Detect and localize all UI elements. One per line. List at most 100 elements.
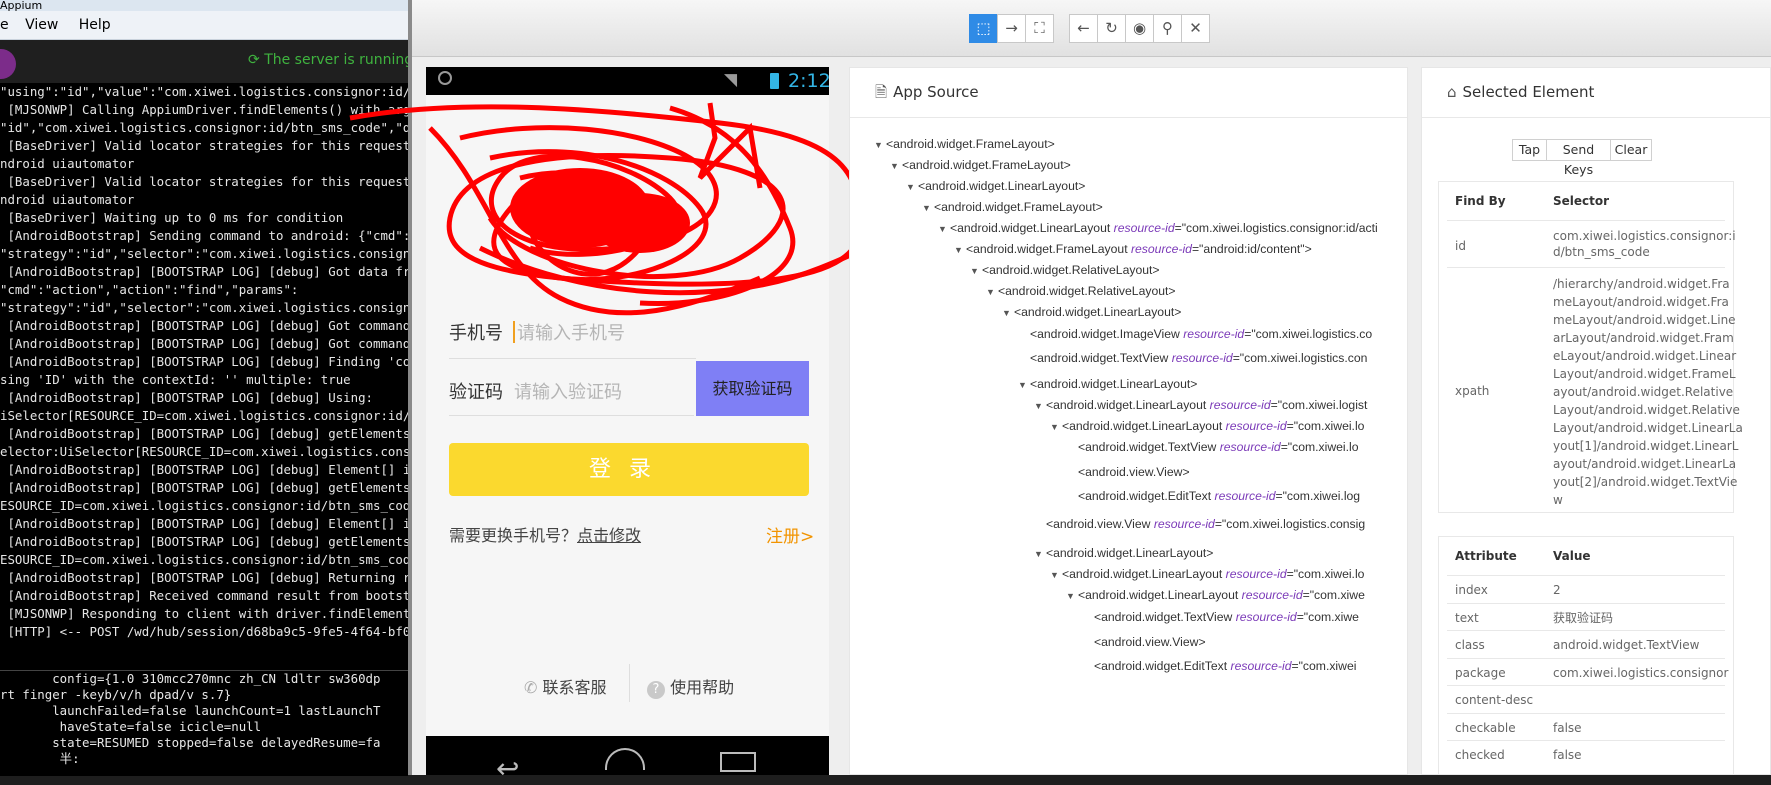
node-attr-value: ="com.xiwei.lo <box>1286 567 1365 581</box>
node-tag: <android.view.View> <box>1078 465 1190 479</box>
back-icon[interactable]: ← <box>1069 14 1098 43</box>
text-cursor <box>513 321 515 343</box>
screenshot-icon[interactable]: ⛶ <box>1025 14 1054 43</box>
source-tree-node[interactable]: <android.widget.EditText resource-id="co… <box>1066 486 1360 506</box>
tap-button[interactable]: Tap <box>1512 139 1547 161</box>
menu-item-help[interactable]: Help <box>79 11 111 39</box>
refresh-icon[interactable]: ↻ <box>1097 14 1126 43</box>
phone-input-underline <box>449 358 696 359</box>
log-line: elector:UiSelector[RESOURCE_ID=com.xiwei… <box>0 444 408 459</box>
node-tag: <android.widget.TextView <box>1094 610 1236 624</box>
source-tree-node[interactable]: ▼ <android.widget.RelativeLayout> <box>970 260 1160 280</box>
source-tree-node[interactable]: <android.view.View> <box>1082 632 1206 652</box>
caret-down-icon[interactable]: ▼ <box>938 219 950 239</box>
menu-item-view[interactable]: View <box>25 11 58 39</box>
login-button[interactable]: 登录 <box>449 443 809 496</box>
caret-down-icon[interactable]: ▼ <box>922 198 934 218</box>
source-tree-node[interactable]: <android.widget.TextView resource-id="co… <box>1018 348 1367 368</box>
caret-down-icon[interactable]: ▼ <box>1034 396 1046 416</box>
row-divider <box>1447 657 1725 659</box>
caret-down-icon[interactable]: ▼ <box>1002 303 1014 323</box>
get-code-button[interactable]: 获取验证码 <box>696 361 809 416</box>
caret-down-icon[interactable]: ▼ <box>1066 586 1078 606</box>
code-input[interactable]: 请输入验证码 <box>514 378 622 404</box>
source-tree-node[interactable]: ▼ <android.widget.LinearLayout resource-i… <box>1034 395 1367 415</box>
node-attr-value: ="com.xiwei <box>1291 659 1357 673</box>
source-tree-node[interactable]: ▼ <android.widget.LinearLayout resource-i… <box>1050 416 1364 436</box>
source-tree-node[interactable]: <android.widget.TextView resource-id="co… <box>1082 607 1359 627</box>
source-tree-node[interactable]: <android.view.View resource-id="com.xiwe… <box>1034 514 1365 534</box>
attributes-table: Attribute Value index 2 text 获取验证码 class andr… <box>1438 536 1734 775</box>
send-keys-button[interactable]: Send Keys <box>1546 139 1611 177</box>
contact-service-link[interactable]: ✆ 联系客服 <box>524 674 607 698</box>
source-tree-node[interactable]: ▼ <android.widget.LinearLayout> <box>1034 543 1213 563</box>
console-line: launchFailed=false launchCount=1 lastLau… <box>0 703 381 718</box>
clear-button[interactable]: Clear <box>1610 139 1652 161</box>
refresh-status-icon: ⟳ <box>248 52 260 68</box>
node-attr-value: ="com.xiwei.logistics.consignor:id/acti <box>1174 221 1378 235</box>
caret-down-icon[interactable]: ▼ <box>1050 417 1062 437</box>
nav-back-icon[interactable]: ↩ <box>496 752 519 785</box>
footer-divider <box>629 664 630 702</box>
value-col-header: Value <box>1553 549 1591 563</box>
nav-recents-icon[interactable] <box>720 752 756 772</box>
node-attr-name: resource-id <box>1171 351 1233 365</box>
log-line: ESOURCE_ID=com.xiwei.logistics.consignor… <box>0 552 408 567</box>
source-tree-node[interactable]: ▼ <android.widget.LinearLayout resource-i… <box>1050 564 1364 584</box>
attribute-value: false <box>1553 748 1582 762</box>
source-tree-node[interactable]: ▼ <android.widget.FrameLayout resource-id… <box>954 239 1312 259</box>
eye-icon[interactable]: ◉ <box>1125 14 1154 43</box>
phone-input[interactable]: 请输入手机号 <box>517 319 625 345</box>
caret-down-icon[interactable]: ▼ <box>986 282 998 302</box>
source-tree-node[interactable]: ▼ <android.widget.FrameLayout> <box>874 134 1055 154</box>
close-icon[interactable]: ✕ <box>1181 14 1210 43</box>
node-attr-name: resource-id <box>1209 398 1271 412</box>
node-attr-name: resource-id <box>1219 440 1281 454</box>
node-tag: <android.widget.LinearLayout> <box>1030 377 1198 391</box>
console-line: rt finger -keyb/v/h dpad/v s.7} <box>0 687 232 702</box>
caret-down-icon[interactable]: ▼ <box>1050 565 1062 585</box>
source-tree-node[interactable]: <android.widget.TextView resource-id="co… <box>1066 437 1359 457</box>
phone-icon: ✆ <box>524 678 538 697</box>
source-tree-node[interactable]: <android.widget.ImageView resource-id="c… <box>1018 324 1372 344</box>
help-link[interactable]: ? 使用帮助 <box>647 674 734 699</box>
redaction-scribble <box>349 102 896 316</box>
row-divider <box>1447 740 1725 741</box>
source-tree-node[interactable]: ▼ <android.widget.LinearLayout> <box>906 176 1085 196</box>
source-tree-node[interactable]: ▼ <android.widget.LinearLayout resource-i… <box>1066 585 1365 605</box>
help-icon: ? <box>647 681 665 699</box>
node-attr-value: ="com.xiwei.lo <box>1286 419 1365 433</box>
caret-down-icon[interactable]: ▼ <box>954 240 966 260</box>
caret-down-icon[interactable]: ▼ <box>874 135 886 155</box>
caret-down-icon[interactable]: ▼ <box>890 156 902 176</box>
attribute-name: content-desc <box>1455 693 1534 707</box>
node-tag: <android.widget.ImageView <box>1030 327 1184 341</box>
source-tree-node[interactable]: ▼ <android.widget.FrameLayout> <box>922 197 1103 217</box>
log-line: [AndroidBootstrap] [BOOTSTRAP LOG] [debu… <box>0 426 408 441</box>
source-tree-node[interactable]: ▼ <android.widget.RelativeLayout> <box>986 281 1176 301</box>
source-tree-node[interactable]: ▼ <android.widget.LinearLayout> <box>1002 302 1181 322</box>
caret-down-icon[interactable]: ▼ <box>970 261 982 281</box>
source-tree-node[interactable]: <android.view.View> <box>1066 462 1190 482</box>
node-tag: <android.widget.FrameLayout> <box>934 200 1103 214</box>
node-tag: <android.view.View <box>1046 517 1154 531</box>
swipe-icon[interactable]: → <box>997 14 1026 43</box>
source-tree-node[interactable]: ▼ <android.widget.FrameLayout> <box>890 155 1071 175</box>
attribute-col-header: Attribute <box>1455 549 1517 563</box>
log-line: [AndroidBootstrap] [BOOTSTRAP LOG] [debu… <box>0 516 408 531</box>
select-elements-icon[interactable]: ⬚ <box>969 14 998 43</box>
battery-icon <box>770 73 779 89</box>
row-divider <box>1447 267 1725 268</box>
node-attr-value: ="com.xiwe <box>1302 588 1365 602</box>
change-phone-link[interactable]: 点击修改 <box>577 526 641 545</box>
attribute-value: 2 <box>1553 583 1561 597</box>
source-tree-node[interactable]: <android.widget.EditText resource-id="co… <box>1082 656 1356 676</box>
caret-down-icon[interactable]: ▼ <box>1034 544 1046 564</box>
source-tree-node[interactable]: ▼ <android.widget.LinearLayout> <box>1018 374 1197 394</box>
source-tree-node[interactable]: ▼ <android.widget.LinearLayout resource-i… <box>938 218 1378 238</box>
caret-down-icon[interactable]: ▼ <box>906 177 918 197</box>
register-link[interactable]: 注册> <box>766 522 814 547</box>
menu-item-edit[interactable]: e <box>0 11 9 39</box>
caret-down-icon[interactable]: ▼ <box>1018 375 1030 395</box>
search-icon[interactable]: ⚲ <box>1153 14 1182 43</box>
